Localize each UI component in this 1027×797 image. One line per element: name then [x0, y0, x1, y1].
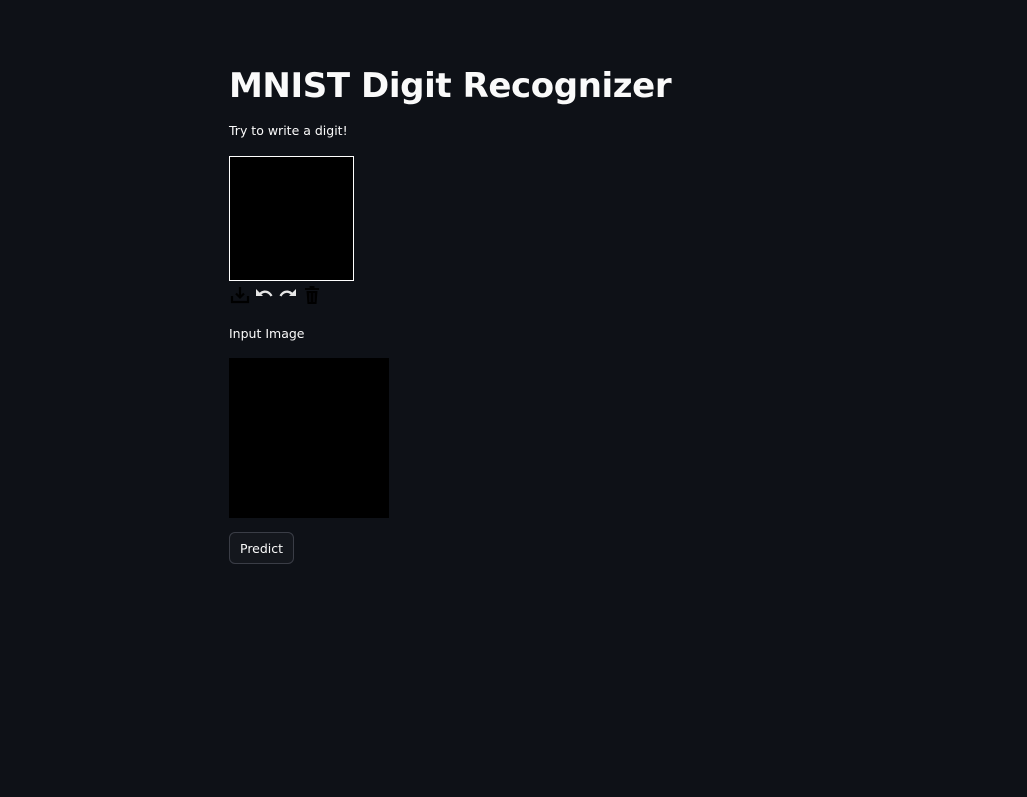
download-button[interactable]	[229, 284, 251, 306]
input-image-label: Input Image	[229, 326, 305, 341]
download-icon	[230, 285, 250, 305]
instruction-text: Try to write a digit!	[229, 123, 348, 138]
trash-icon	[303, 285, 321, 305]
drawing-canvas[interactable]	[229, 156, 354, 281]
canvas-toolbar	[229, 284, 323, 306]
redo-icon	[277, 285, 299, 305]
undo-icon	[253, 285, 275, 305]
undo-button[interactable]	[253, 284, 275, 306]
predict-button[interactable]: Predict	[229, 532, 295, 564]
page-title: MNIST Digit Recognizer	[229, 66, 672, 106]
input-image-preview	[229, 358, 389, 518]
redo-button[interactable]	[277, 284, 299, 306]
clear-button[interactable]	[301, 284, 323, 306]
